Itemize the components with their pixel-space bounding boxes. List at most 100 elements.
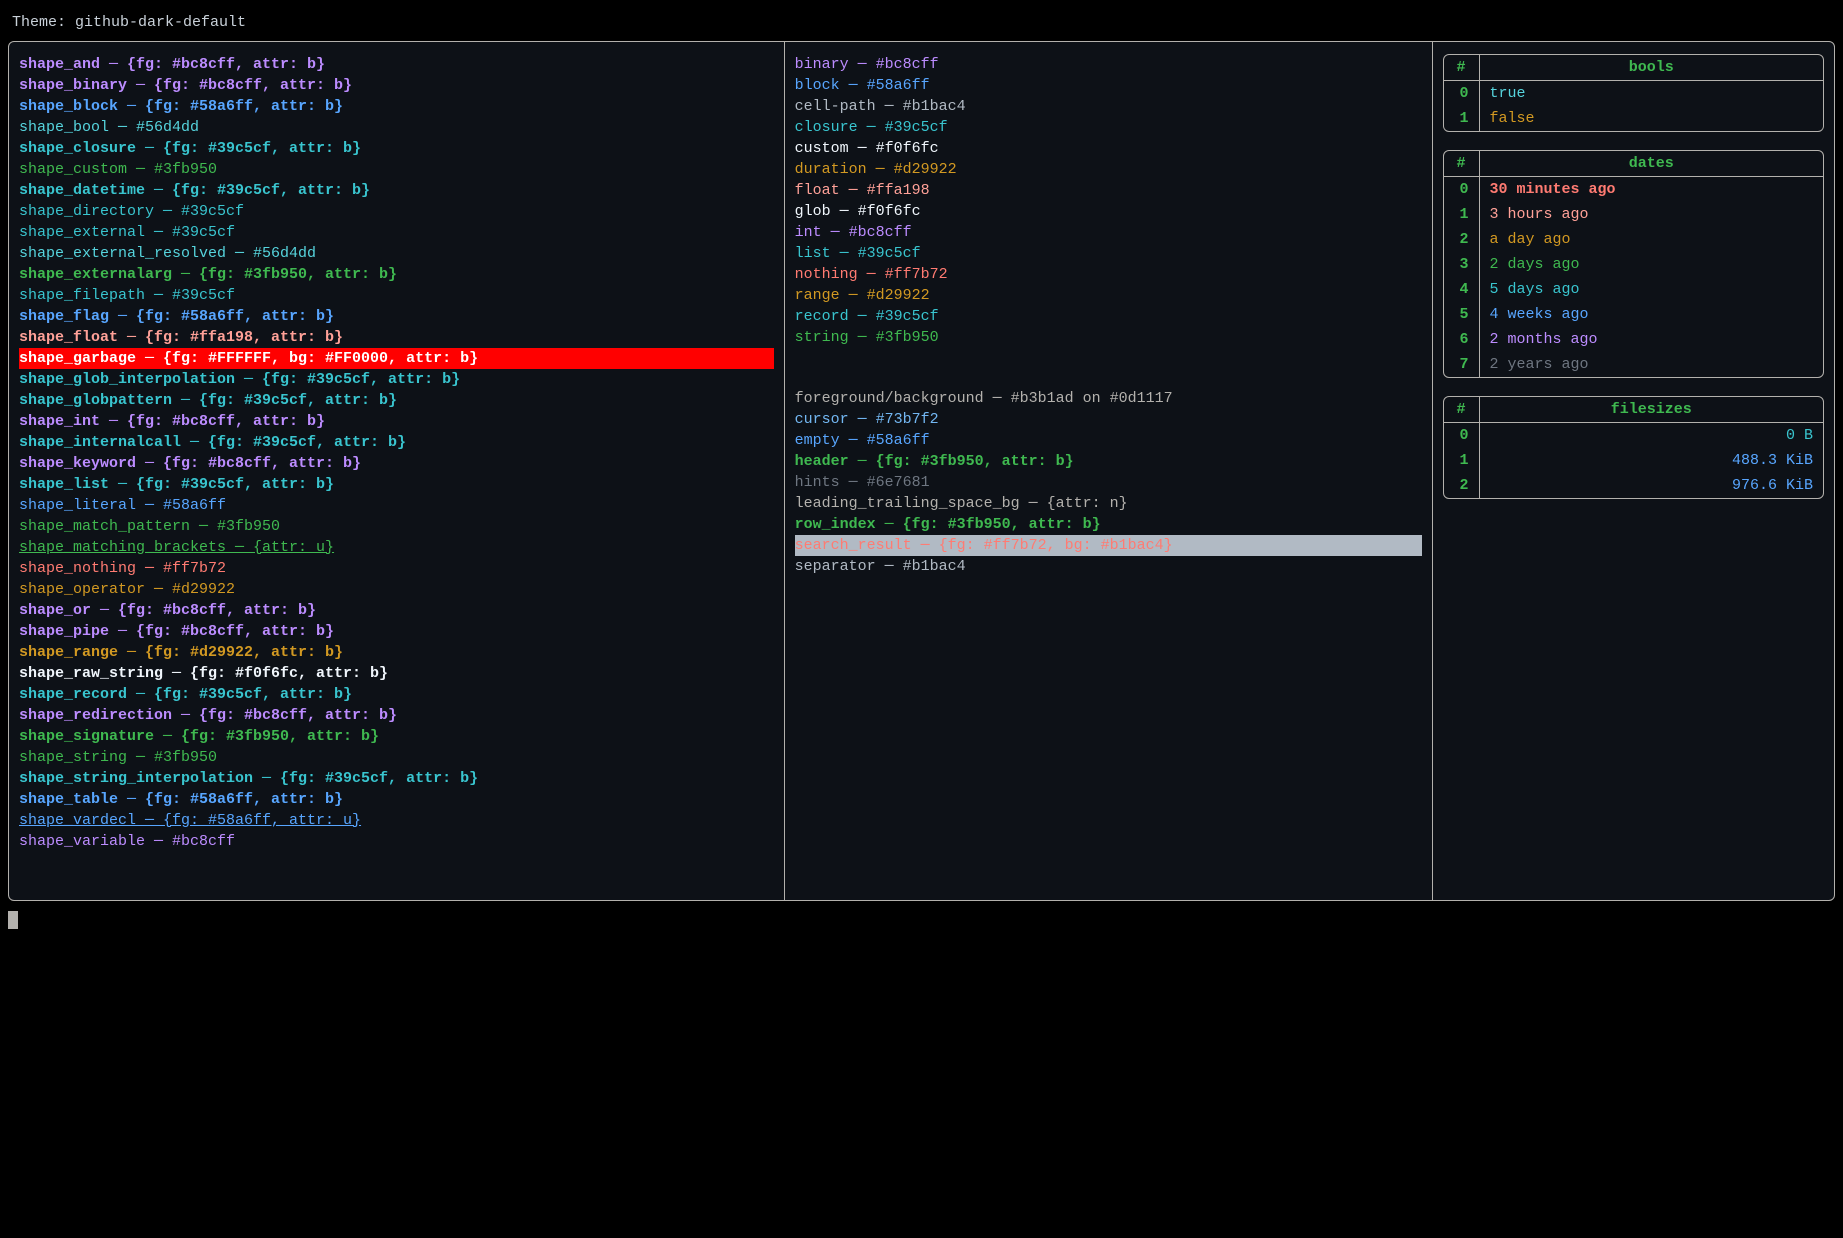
misc-list: foreground/background ─ #b3b1ad on #0d11…: [795, 388, 1422, 577]
misc-row: empty ─ #58a6ff: [795, 430, 1422, 451]
table-row: 32 days ago: [1444, 252, 1824, 277]
type-row: float ─ #ffa198: [795, 180, 1422, 201]
row-value: 0 B: [1480, 423, 1824, 448]
shape-row: shape_string ─ #3fb950: [19, 747, 774, 768]
shapes-column: shape_and ─ {fg: #bc8cff, attr: b}shape_…: [9, 42, 785, 900]
row-index: 2: [1444, 473, 1480, 498]
shape-row: shape_table ─ {fg: #58a6ff, attr: b}: [19, 789, 774, 810]
type-row: cell-path ─ #b1bac4: [795, 96, 1422, 117]
table-row: 62 months ago: [1444, 327, 1824, 352]
shape-row: shape_int ─ {fg: #bc8cff, attr: b}: [19, 411, 774, 432]
prompt-cursor[interactable]: [8, 911, 18, 929]
row-value: 976.6 KiB: [1480, 473, 1824, 498]
shape-row: shape_keyword ─ {fg: #bc8cff, attr: b}: [19, 453, 774, 474]
shape-row: shape_and ─ {fg: #bc8cff, attr: b}: [19, 54, 774, 75]
row-index: 5: [1444, 302, 1480, 327]
row-value: 2 days ago: [1480, 252, 1824, 277]
types-list: binary ─ #bc8cffblock ─ #58a6ffcell-path…: [795, 54, 1422, 348]
table-row: 00 B: [1444, 423, 1824, 448]
row-value: true: [1480, 81, 1824, 106]
shape-row: shape_directory ─ #39c5cf: [19, 201, 774, 222]
shape-row: shape_externalarg ─ {fg: #3fb950, attr: …: [19, 264, 774, 285]
shape-row: shape_redirection ─ {fg: #bc8cff, attr: …: [19, 705, 774, 726]
misc-row: leading_trailing_space_bg ─ {attr: n}: [795, 493, 1422, 514]
shape-row: shape_or ─ {fg: #bc8cff, attr: b}: [19, 600, 774, 621]
table-row: 13 hours ago: [1444, 202, 1824, 227]
row-value: false: [1480, 106, 1824, 131]
row-index: 1: [1444, 202, 1480, 227]
table-row: 1false: [1444, 106, 1824, 131]
row-index: 0: [1444, 423, 1480, 448]
misc-row: foreground/background ─ #b3b1ad on #0d11…: [795, 388, 1422, 409]
shape-row: shape_garbage ─ {fg: #FFFFFF, bg: #FF000…: [19, 348, 774, 369]
shape-row: shape_matching_brackets ─ {attr: u}: [19, 537, 774, 558]
table-row: 72 years ago: [1444, 352, 1824, 377]
row-value: 4 weeks ago: [1480, 302, 1824, 327]
misc-row: header ─ {fg: #3fb950, attr: b}: [795, 451, 1422, 472]
type-row: closure ─ #39c5cf: [795, 117, 1422, 138]
type-row: glob ─ #f0f6fc: [795, 201, 1422, 222]
shape-row: shape_signature ─ {fg: #3fb950, attr: b}: [19, 726, 774, 747]
shape-row: shape_raw_string ─ {fg: #f0f6fc, attr: b…: [19, 663, 774, 684]
misc-row: cursor ─ #73b7f2: [795, 409, 1422, 430]
row-value: a day ago: [1480, 227, 1824, 252]
misc-row: row_index ─ {fg: #3fb950, attr: b}: [795, 514, 1422, 535]
row-index: 6: [1444, 327, 1480, 352]
shape-row: shape_external_resolved ─ #56d4dd: [19, 243, 774, 264]
type-row: binary ─ #bc8cff: [795, 54, 1422, 75]
shape-row: shape_binary ─ {fg: #bc8cff, attr: b}: [19, 75, 774, 96]
table-row: 2976.6 KiB: [1444, 473, 1824, 498]
types-misc-column: binary ─ #bc8cffblock ─ #58a6ffcell-path…: [785, 42, 1433, 900]
table-row: 0true: [1444, 81, 1824, 106]
shape-row: shape_nothing ─ #ff7b72: [19, 558, 774, 579]
dates-table: #dates 030 minutes ago13 hours ago2a day…: [1443, 150, 1825, 378]
row-index: 1: [1444, 448, 1480, 473]
row-value: 5 days ago: [1480, 277, 1824, 302]
misc-row: hints ─ #6e7681: [795, 472, 1422, 493]
type-row: list ─ #39c5cf: [795, 243, 1422, 264]
shape-row: shape_record ─ {fg: #39c5cf, attr: b}: [19, 684, 774, 705]
shape-row: shape_operator ─ #d29922: [19, 579, 774, 600]
table-row: 2a day ago: [1444, 227, 1824, 252]
misc-row: separator ─ #b1bac4: [795, 556, 1422, 577]
shape-row: shape_glob_interpolation ─ {fg: #39c5cf,…: [19, 369, 774, 390]
misc-row: search_result ─ {fg: #ff7b72, bg: #b1bac…: [795, 535, 1422, 556]
row-value: 488.3 KiB: [1480, 448, 1824, 473]
bools-table: #bools 0true1false: [1443, 54, 1825, 132]
type-row: range ─ #d29922: [795, 285, 1422, 306]
shape-row: shape_float ─ {fg: #ffa198, attr: b}: [19, 327, 774, 348]
table-row: 45 days ago: [1444, 277, 1824, 302]
theme-title: Theme: github-dark-default: [8, 8, 1835, 41]
type-row: int ─ #bc8cff: [795, 222, 1422, 243]
type-row: custom ─ #f0f6fc: [795, 138, 1422, 159]
shape-row: shape_globpattern ─ {fg: #39c5cf, attr: …: [19, 390, 774, 411]
type-row: record ─ #39c5cf: [795, 306, 1422, 327]
shape-row: shape_flag ─ {fg: #58a6ff, attr: b}: [19, 306, 774, 327]
shape-row: shape_vardecl ─ {fg: #58a6ff, attr: u}: [19, 810, 774, 831]
shape-row: shape_filepath ─ #39c5cf: [19, 285, 774, 306]
shape-row: shape_custom ─ #3fb950: [19, 159, 774, 180]
shape-row: shape_variable ─ #bc8cff: [19, 831, 774, 852]
row-value: 30 minutes ago: [1480, 177, 1824, 202]
row-index: 4: [1444, 277, 1480, 302]
shape-row: shape_datetime ─ {fg: #39c5cf, attr: b}: [19, 180, 774, 201]
type-row: block ─ #58a6ff: [795, 75, 1422, 96]
row-value: 2 months ago: [1480, 327, 1824, 352]
type-row: duration ─ #d29922: [795, 159, 1422, 180]
shape-row: shape_bool ─ #56d4dd: [19, 117, 774, 138]
row-index: 2: [1444, 227, 1480, 252]
row-index: 7: [1444, 352, 1480, 377]
shape-row: shape_match_pattern ─ #3fb950: [19, 516, 774, 537]
shape-row: shape_literal ─ #58a6ff: [19, 495, 774, 516]
filesizes-table: #filesizes 00 B1488.3 KiB2976.6 KiB: [1443, 396, 1825, 499]
row-index: 3: [1444, 252, 1480, 277]
row-index: 0: [1444, 81, 1480, 106]
shape-row: shape_block ─ {fg: #58a6ff, attr: b}: [19, 96, 774, 117]
table-row: 030 minutes ago: [1444, 177, 1824, 202]
row-index: 1: [1444, 106, 1480, 131]
shape-row: shape_pipe ─ {fg: #bc8cff, attr: b}: [19, 621, 774, 642]
table-row: 1488.3 KiB: [1444, 448, 1824, 473]
shape-row: shape_closure ─ {fg: #39c5cf, attr: b}: [19, 138, 774, 159]
row-value: 3 hours ago: [1480, 202, 1824, 227]
examples-column: #bools 0true1false #dates 030 minutes ag…: [1433, 42, 1835, 900]
